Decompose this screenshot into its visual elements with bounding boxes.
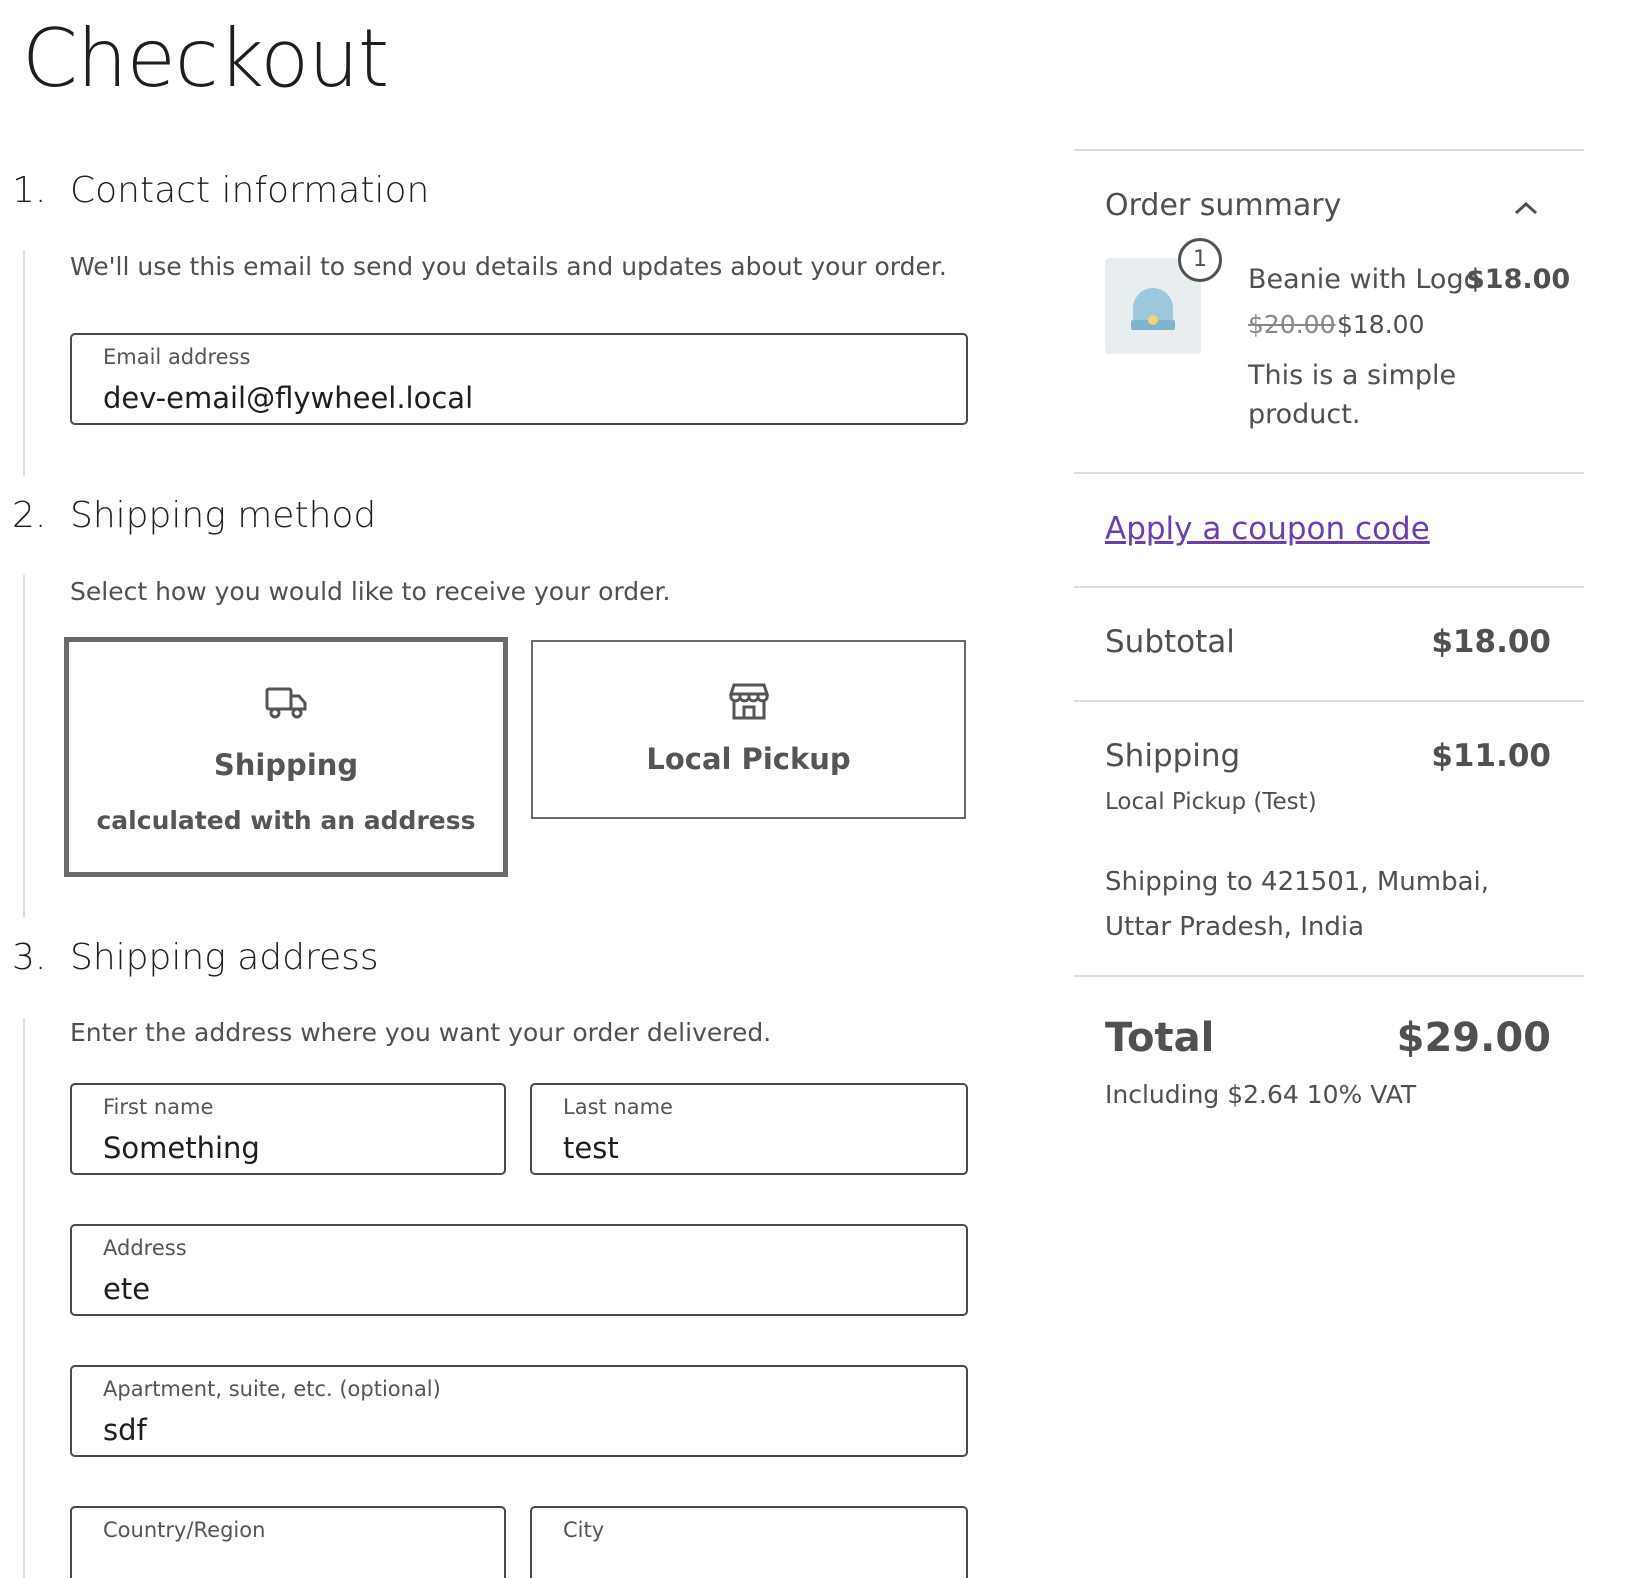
product-regular-price: $20.00: [1248, 310, 1336, 339]
apartment-label: Apartment, suite, etc. (optional): [103, 1377, 441, 1401]
step-1-number: 1.: [12, 170, 47, 211]
step-1-line: [23, 250, 25, 476]
store-icon: [728, 682, 770, 724]
apply-coupon-link[interactable]: Apply a coupon code: [1105, 511, 1430, 547]
first-name-field[interactable]: First name Something: [70, 1083, 506, 1175]
country-field[interactable]: Country/Region: [70, 1506, 506, 1578]
apartment-input[interactable]: sdf: [103, 1413, 863, 1447]
first-name-input[interactable]: Something: [103, 1131, 470, 1165]
email-label: Email address: [103, 345, 251, 369]
last-name-field[interactable]: Last name test: [530, 1083, 968, 1175]
address-field[interactable]: Address ete: [70, 1224, 968, 1316]
quantity-badge: 1: [1178, 238, 1222, 282]
step-2-title: Shipping method: [70, 495, 377, 536]
product-name: Beanie with Logo: [1248, 264, 1481, 295]
last-name-input[interactable]: test: [563, 1131, 932, 1165]
summary-top-divider: [1074, 149, 1584, 151]
subtotal-value: $18.00: [1431, 624, 1551, 660]
shipping-option-subtitle: calculated with an address: [96, 806, 476, 835]
subtotal-label: Subtotal: [1105, 624, 1235, 660]
last-name-label: Last name: [563, 1095, 673, 1119]
shipping-destination: Shipping to 421501, Mumbai, Uttar Prades…: [1105, 867, 1489, 942]
total-value: $29.00: [1396, 1015, 1551, 1061]
order-summary-title: Order summary: [1105, 188, 1342, 223]
page-title: Checkout: [22, 12, 389, 105]
step-3-title: Shipping address: [70, 937, 379, 978]
shipping-value: $11.00: [1431, 738, 1551, 774]
apartment-field[interactable]: Apartment, suite, etc. (optional) sdf: [70, 1365, 968, 1457]
step-3-description: Enter the address where you want your or…: [70, 1018, 772, 1047]
step-2-description: Select how you would like to receive you…: [70, 577, 671, 606]
step-2-line: [23, 575, 25, 917]
chevron-up-icon[interactable]: [1512, 198, 1540, 218]
product-line-price: $18.00: [1466, 264, 1571, 295]
coupon-divider-top: [1074, 472, 1584, 474]
step-1-title: Contact information: [70, 170, 430, 211]
shipping-option-shipping[interactable]: Shipping calculated with an address: [64, 637, 508, 877]
product-sale-price: $18.00: [1337, 310, 1425, 339]
country-label: Country/Region: [103, 1518, 266, 1542]
email-field[interactable]: Email address dev-email@flywheel.local: [70, 333, 968, 425]
tax-note: Including $2.64 10% VAT: [1105, 1080, 1417, 1109]
beanie-icon: [1105, 288, 1201, 358]
total-label: Total: [1105, 1015, 1215, 1061]
product-description: This is a simple product.: [1248, 360, 1457, 430]
total-divider: [1074, 975, 1584, 977]
shipping-method-name: Local Pickup (Test): [1105, 789, 1317, 815]
first-name-label: First name: [103, 1095, 214, 1119]
shipping-option-title: Shipping: [213, 748, 359, 782]
step-3-number: 3.: [12, 937, 47, 978]
subtotal-divider: [1074, 700, 1584, 702]
email-input[interactable]: dev-email@flywheel.local: [103, 381, 863, 415]
step-1-description: We'll use this email to send you details…: [70, 252, 947, 281]
address-label: Address: [103, 1236, 187, 1260]
step-3-line: [23, 1018, 25, 1578]
step-2-number: 2.: [12, 495, 47, 536]
local-pickup-title: Local Pickup: [646, 742, 851, 776]
shipping-label: Shipping: [1105, 738, 1241, 774]
coupon-divider-bottom: [1074, 586, 1584, 588]
city-field[interactable]: City: [530, 1506, 968, 1578]
city-label: City: [563, 1518, 605, 1542]
truck-icon: [265, 686, 307, 724]
shipping-option-local-pickup[interactable]: Local Pickup: [531, 640, 966, 819]
address-input[interactable]: ete: [103, 1272, 863, 1306]
